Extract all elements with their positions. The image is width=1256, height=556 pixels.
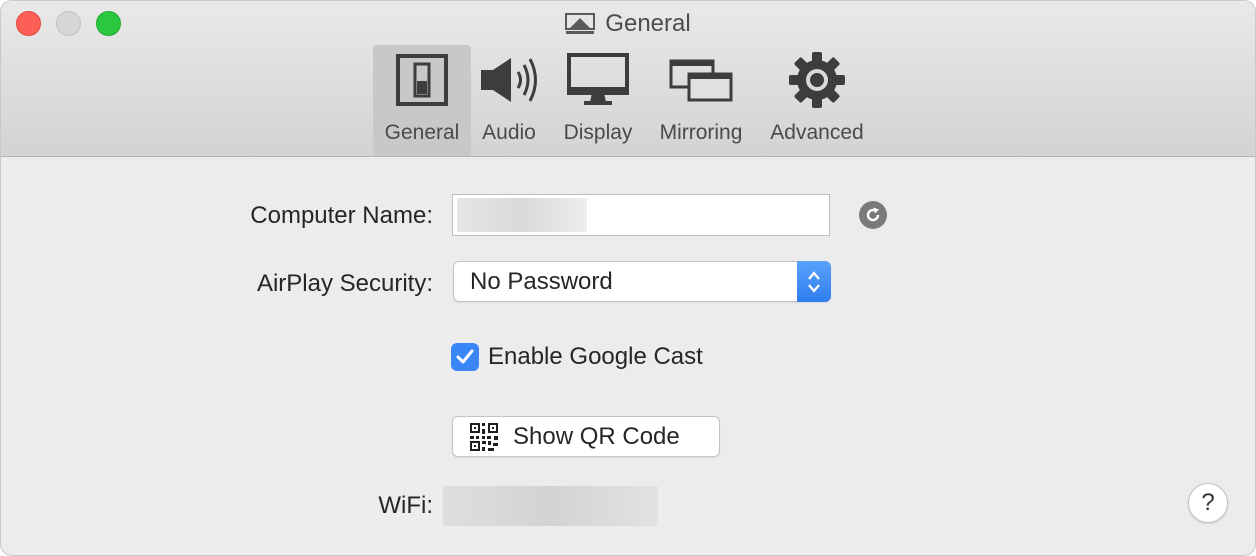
- toolbar: General General Audio Display Mirroring …: [1, 1, 1255, 157]
- tab-general[interactable]: General: [373, 45, 471, 156]
- refresh-name-button[interactable]: [859, 201, 887, 229]
- general-switch-icon: [395, 45, 449, 115]
- airplay-icon: [565, 13, 596, 34]
- redacted-wifi-name: [443, 486, 658, 526]
- show-qr-code-label: Show QR Code: [513, 422, 680, 450]
- mirroring-icon: [668, 45, 734, 115]
- window-title: General: [1, 10, 1255, 38]
- checkmark-icon: [456, 349, 474, 364]
- tab-label: Mirroring: [659, 121, 743, 144]
- tab-label: Advanced: [770, 121, 864, 144]
- speaker-icon: [477, 45, 541, 115]
- google-cast-label[interactable]: Enable Google Cast: [488, 343, 703, 371]
- monitor-icon: [566, 45, 630, 115]
- tab-label: Audio: [482, 121, 536, 144]
- airplay-security-value: No Password: [470, 268, 613, 295]
- tab-display[interactable]: Display: [553, 45, 643, 156]
- preferences-window: General General Audio Display Mirroring …: [0, 0, 1256, 556]
- window-title-text: General: [605, 10, 691, 37]
- show-qr-code-button[interactable]: Show QR Code: [452, 416, 720, 457]
- tab-advanced[interactable]: Advanced: [761, 45, 873, 156]
- redacted-computer-name: [457, 198, 587, 232]
- computer-name-field[interactable]: [452, 194, 830, 236]
- qr-code-icon: [470, 422, 498, 451]
- google-cast-checkbox[interactable]: [451, 343, 479, 371]
- airplay-security-label: AirPlay Security:: [256, 270, 433, 297]
- select-arrows-icon: [797, 261, 831, 302]
- airplay-security-select[interactable]: No Password: [453, 261, 831, 302]
- tab-mirroring[interactable]: Mirroring: [650, 45, 752, 156]
- refresh-icon: [866, 207, 880, 222]
- gear-icon: [788, 45, 846, 115]
- wifi-label: WiFi:: [378, 492, 433, 519]
- tab-label: Display: [563, 121, 633, 144]
- tab-audio[interactable]: Audio: [473, 45, 545, 156]
- help-button[interactable]: ?: [1188, 483, 1228, 523]
- computer-name-label: Computer Name:: [250, 202, 433, 229]
- tab-label: General: [384, 121, 460, 144]
